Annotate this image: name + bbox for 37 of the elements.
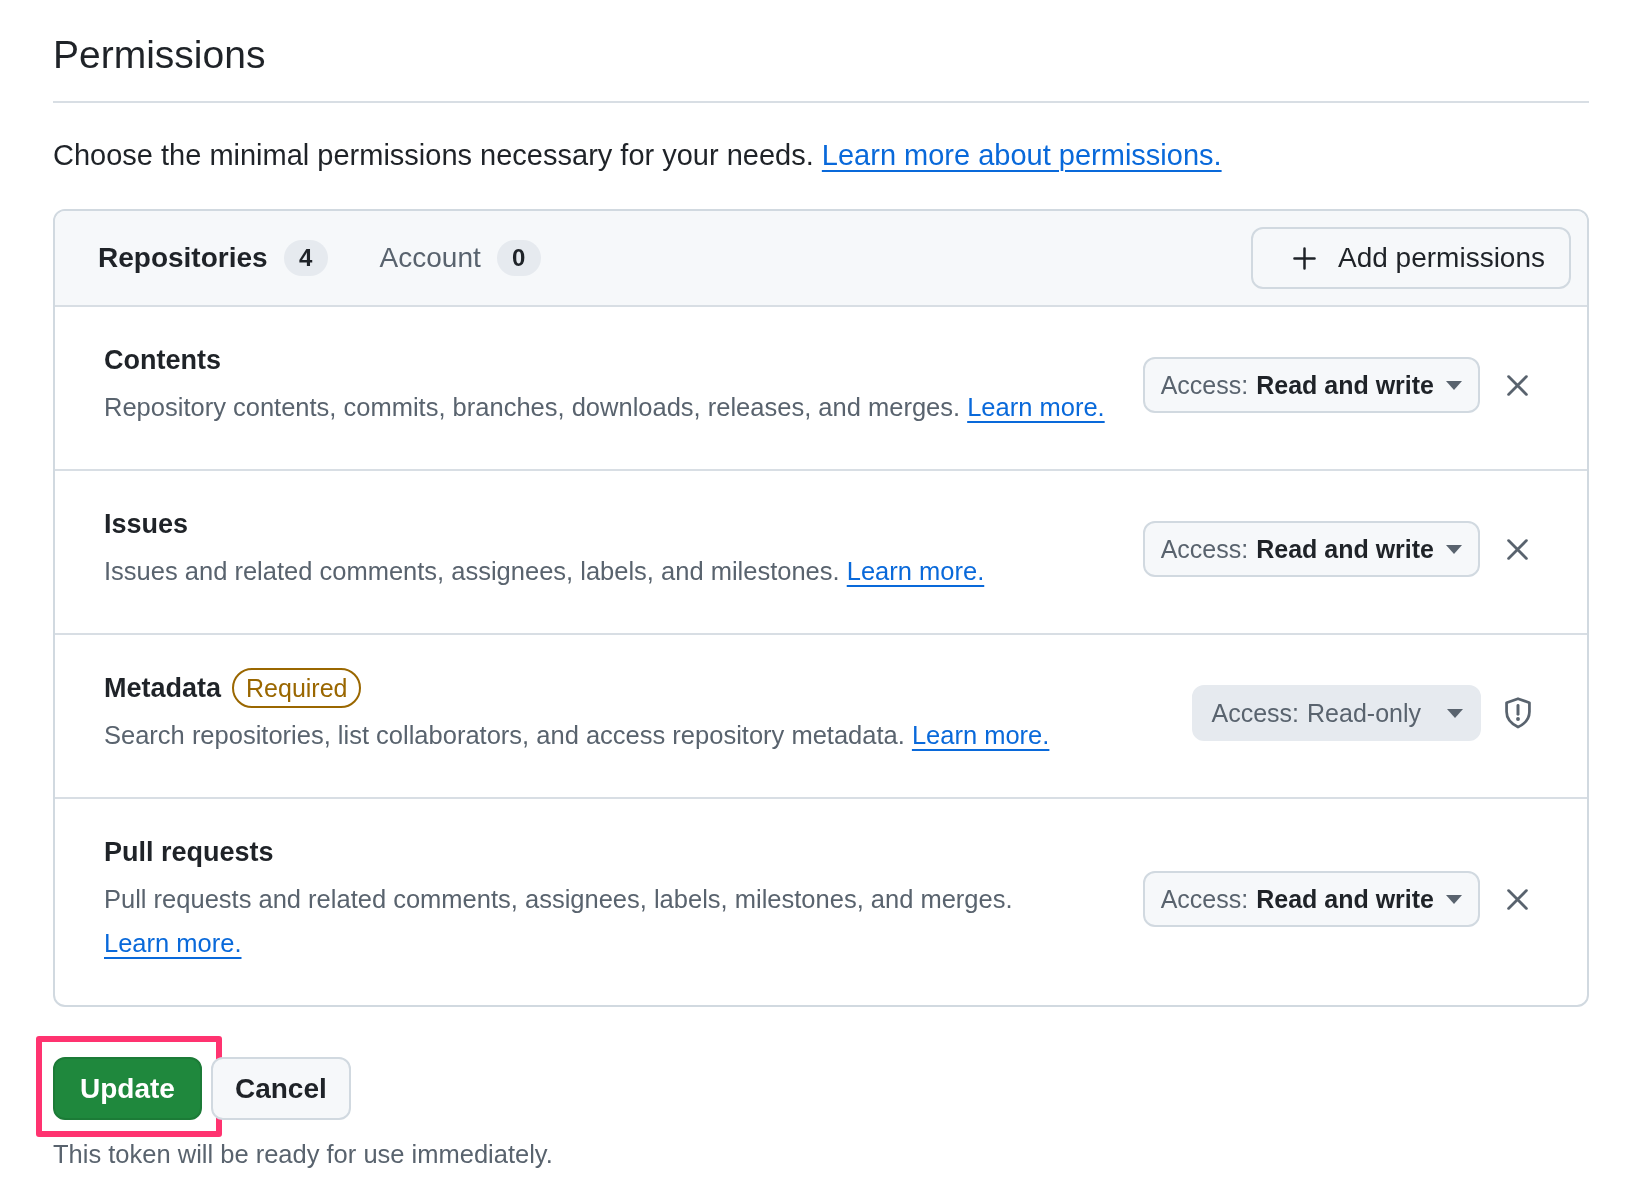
permission-description: Search repositories, list collaborators, and access repository metadata. Learn more. [104,720,1051,751]
caret-icon [1447,708,1463,718]
permission-description: Pull requests and related comments, assignees, labels, milestones, and merges. Learn more. [104,884,1014,959]
tab[interactable]: Account 0 [379,240,541,276]
tab-counter: 0 [496,240,541,276]
access-dropdown[interactable]: Access: Read and write [1142,357,1480,413]
update-button[interactable]: Update [53,1057,202,1120]
close-icon[interactable] [1507,374,1528,396]
permission-title: Metadata [104,672,222,705]
caret-icon [1446,380,1462,390]
tab[interactable]: Repositories 4 [98,240,328,276]
footnote-text: This token will be ready for use immediately. [53,1139,553,1170]
tab-counter: 4 [283,240,328,276]
plus-icon [1293,246,1316,270]
access-dropdown[interactable]: Access: Read-only [1191,685,1481,741]
learn-more-link[interactable]: Learn more. [967,393,1105,421]
page-title: Permissions [53,32,266,78]
caret-icon [1446,894,1462,904]
close-icon[interactable] [1507,888,1528,910]
access-dropdown[interactable]: Access: Read and write [1142,871,1480,927]
close-icon[interactable] [1507,538,1528,560]
intro-text: Choose the minimal permissions necessary for your needs. Learn more about permissions. [53,138,1222,173]
permission-description: Repository contents, commits, branches, downloads, releases, and merges. Learn more. [104,392,1106,423]
required-badge: Required [232,668,362,708]
permission-description: Issues and related comments, assignees, labels, and milestones. Learn more. [104,556,986,587]
shield-icon [1504,697,1532,729]
permissions-link[interactable]: Learn more about permissions. [821,139,1222,171]
cancel-button[interactable]: Cancel [210,1057,351,1120]
access-dropdown[interactable]: Access: Read and write [1142,521,1480,577]
learn-more-link[interactable]: Learn more. [911,721,1050,749]
learn-more-link[interactable]: Learn more. [104,929,242,957]
permission-title: Contents [104,344,221,377]
permission-title: Issues [104,508,189,541]
caret-icon [1446,544,1462,554]
permission-title: Pull requests [104,836,274,869]
add-permissions-button[interactable]: Add permissions [1251,227,1571,289]
learn-more-link[interactable]: Learn more. [846,557,985,585]
